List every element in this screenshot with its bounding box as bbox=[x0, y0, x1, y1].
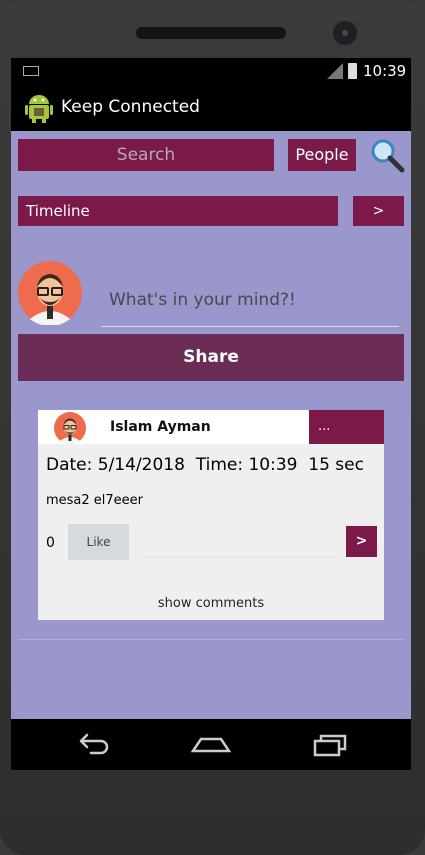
recents-icon[interactable] bbox=[311, 731, 351, 759]
timeline-bar[interactable]: Timeline bbox=[18, 196, 338, 226]
post-datetime: Date: 5/14/2018 Time: 10:39 15 sec bbox=[46, 455, 364, 475]
search-magnifier-icon[interactable] bbox=[369, 137, 405, 173]
status-bar: 10:39 bbox=[11, 58, 411, 85]
timeline-next-button[interactable]: > bbox=[353, 196, 404, 226]
screen: 10:39 Keep Connected Search People Timel… bbox=[11, 58, 411, 770]
show-comments-link[interactable]: show comments bbox=[38, 596, 384, 611]
front-camera bbox=[333, 21, 357, 45]
main-content: Search People Timeline > What's in your … bbox=[11, 131, 411, 719]
navigation-bar bbox=[11, 719, 411, 770]
post-author: Islam Ayman bbox=[110, 419, 211, 435]
post-menu-button[interactable]: ... bbox=[309, 410, 384, 444]
device-frame: 10:39 Keep Connected Search People Timel… bbox=[0, 0, 425, 855]
people-button[interactable]: People bbox=[288, 139, 356, 171]
app-title: Keep Connected bbox=[61, 97, 200, 117]
app-bar: Keep Connected bbox=[11, 85, 411, 131]
avatar-icon bbox=[18, 261, 82, 325]
comment-input[interactable] bbox=[140, 557, 340, 558]
like-button[interactable]: Like bbox=[68, 524, 129, 560]
avatar-icon bbox=[54, 412, 86, 444]
search-input[interactable]: Search bbox=[18, 139, 274, 171]
signal-icon bbox=[327, 63, 343, 79]
speaker-grill bbox=[136, 27, 286, 39]
post-header: Islam Ayman ... bbox=[38, 410, 384, 444]
home-icon[interactable] bbox=[191, 731, 231, 759]
list-divider bbox=[18, 639, 404, 640]
back-icon[interactable] bbox=[73, 731, 113, 759]
post-card: Islam Ayman ... Date: 5/14/2018 Time: 10… bbox=[38, 410, 384, 620]
post-message: mesa2 el7eeer bbox=[46, 493, 144, 508]
share-button[interactable]: Share bbox=[18, 334, 404, 381]
keyboard-icon bbox=[23, 66, 39, 76]
android-logo-icon bbox=[25, 95, 53, 123]
battery-icon bbox=[348, 63, 357, 79]
post-input[interactable]: What's in your mind?! bbox=[101, 285, 399, 327]
like-count: 0 bbox=[46, 535, 55, 551]
status-time: 10:39 bbox=[363, 62, 407, 80]
send-comment-button[interactable]: > bbox=[346, 526, 377, 557]
